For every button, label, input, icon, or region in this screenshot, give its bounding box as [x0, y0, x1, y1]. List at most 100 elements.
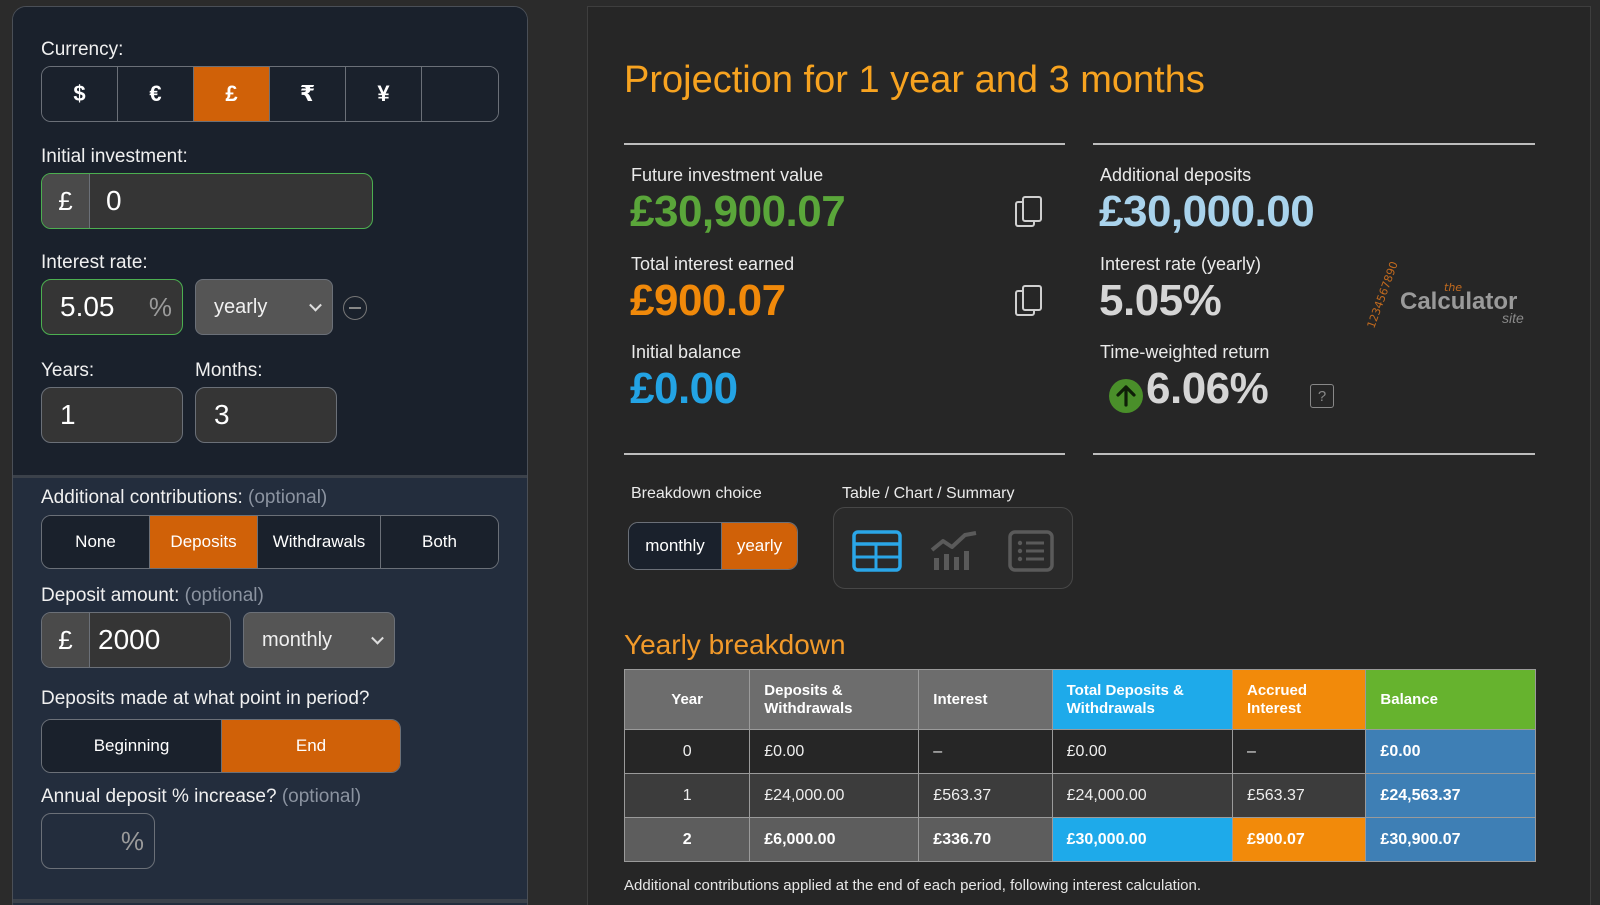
cell-total-deposits: £24,000.00	[1051, 773, 1233, 818]
months-input[interactable]: 3	[195, 387, 337, 443]
twr-value: 6.06%	[1146, 364, 1269, 413]
interest-rate-value: 5.05	[60, 291, 115, 322]
deposit-amount-label-text: Deposit amount:	[41, 585, 180, 606]
deposit-timing-selector: Beginning End	[41, 719, 401, 773]
breakdown-choice-label: Breakdown choice	[631, 485, 762, 502]
twr-label: Time-weighted return	[1100, 342, 1270, 362]
table-row: 0 £0.00 – £0.00 – £0.00	[623, 729, 1536, 774]
deposit-amount-input[interactable]: £ 2000	[41, 612, 231, 668]
contrib-option-none[interactable]: None	[42, 516, 150, 568]
cell-accrued-interest: £900.07	[1231, 817, 1367, 862]
cell-year: 0	[623, 729, 751, 774]
logo-site: site	[1502, 310, 1524, 326]
divider	[624, 143, 1065, 145]
annual-increase-input[interactable]: %	[41, 813, 155, 869]
cell-deposits: £0.00	[749, 729, 920, 774]
optional-hint: (optional)	[281, 786, 362, 807]
table-icon[interactable]	[852, 530, 902, 572]
table-row: 1 £24,000.00 £563.37 £24,000.00 £563.37 …	[623, 773, 1536, 818]
calculator-form-panel: Currency: $ € £ ₹ ¥ Initial investment: …	[12, 6, 528, 905]
col-header-year: Year	[623, 669, 751, 730]
cell-accrued-interest: –	[1231, 729, 1367, 774]
initial-investment-label: Initial investment:	[41, 146, 188, 167]
percent-suffix: %	[120, 825, 144, 856]
cell-year: 2	[623, 817, 751, 862]
optional-hint: (optional)	[248, 487, 328, 508]
interest-rate-label: Interest rate:	[41, 252, 148, 273]
currency-label: Currency:	[41, 39, 124, 60]
years-value: 1	[60, 399, 76, 430]
col-header-balance: Balance	[1365, 669, 1536, 730]
cell-interest: £563.37	[918, 773, 1053, 818]
interest-rate-input[interactable]: 5.05 %	[41, 279, 183, 335]
logo-main: Calculator	[1400, 288, 1517, 315]
cell-deposits: £6,000.00	[749, 817, 920, 862]
contrib-option-deposits[interactable]: Deposits	[150, 516, 258, 568]
contributions-label: Additional contributions: (optional)	[41, 487, 327, 509]
initial-investment-value: 0	[106, 185, 122, 216]
percent-suffix: %	[148, 291, 172, 322]
col-header-interest: Interest	[918, 669, 1053, 730]
breakdown-option-yearly[interactable]: yearly	[722, 523, 797, 569]
deposit-amount-value: 2000	[98, 624, 161, 655]
optional-hint: (optional)	[184, 585, 264, 606]
col-header-deposits: Deposits & Withdrawals	[749, 669, 920, 730]
col-header-total-deposits: Total Deposits & Withdrawals	[1051, 669, 1233, 730]
calculator-site-logo: 1234567890 the Calculator site	[1365, 261, 1524, 330]
additional-deposits-value: £30,000.00	[1099, 187, 1315, 236]
cell-balance: £24,563.37	[1365, 773, 1536, 818]
divider	[624, 453, 1065, 455]
help-icon[interactable]: ?	[1310, 384, 1334, 408]
view-selector	[833, 507, 1073, 589]
breakdown-option-monthly[interactable]: monthly	[629, 523, 722, 569]
rate-period-value: yearly	[214, 295, 268, 318]
cell-deposits: £24,000.00	[749, 773, 920, 818]
contrib-option-both[interactable]: Both	[381, 516, 498, 568]
chevron-down-icon	[371, 631, 384, 645]
summary-list-icon[interactable]	[1006, 530, 1056, 572]
rate-period-select[interactable]: yearly	[195, 279, 333, 335]
copy-icon[interactable]	[1014, 195, 1044, 229]
currency-option-usd[interactable]: $	[42, 67, 118, 121]
months-label: Months:	[195, 360, 263, 381]
contrib-option-withdrawals[interactable]: Withdrawals	[258, 516, 381, 568]
cell-balance: £0.00	[1365, 729, 1536, 774]
view-choice-label: Table / Chart / Summary	[842, 485, 1015, 502]
cell-year: 1	[623, 773, 751, 818]
timing-option-end[interactable]: End	[222, 720, 400, 772]
years-input[interactable]: 1	[41, 387, 183, 443]
currency-option-jpy[interactable]: ¥	[346, 67, 422, 121]
deposit-amount-label: Deposit amount: (optional)	[41, 585, 264, 607]
yearly-breakdown-title: Yearly breakdown	[624, 629, 846, 660]
breakdown-selector: monthly yearly	[628, 522, 798, 570]
divider	[1093, 453, 1535, 455]
currency-option-inr[interactable]: ₹	[270, 67, 346, 121]
cell-total-deposits: £30,000.00	[1051, 817, 1233, 862]
initial-balance-value: £0.00	[630, 364, 738, 413]
deposit-period-value: monthly	[262, 628, 333, 651]
cell-balance: £30,900.07	[1365, 817, 1536, 862]
future-value: £30,900.07	[630, 187, 846, 236]
timing-option-beginning[interactable]: Beginning	[42, 720, 222, 772]
deposit-period-select[interactable]: monthly	[243, 612, 395, 668]
arrow-up-icon	[1109, 379, 1143, 413]
contributions-selector: None Deposits Withdrawals Both	[41, 515, 499, 569]
currency-option-eur[interactable]: €	[118, 67, 194, 121]
currency-option-gbp[interactable]: £	[194, 67, 270, 121]
initial-investment-input[interactable]: £ 0	[41, 173, 373, 229]
cell-interest: £336.70	[918, 817, 1053, 862]
currency-prefix: £	[42, 174, 90, 228]
currency-option-more[interactable]	[422, 67, 498, 121]
currency-selector: $ € £ ₹ ¥	[41, 66, 499, 122]
future-value-label: Future investment value	[631, 165, 824, 185]
years-label: Years:	[41, 360, 95, 381]
copy-icon[interactable]	[1014, 284, 1044, 318]
annual-increase-label-text: Annual deposit % increase?	[41, 786, 277, 807]
remove-icon[interactable]	[343, 296, 367, 320]
cell-interest: –	[918, 729, 1053, 774]
divider	[13, 899, 527, 903]
chart-icon[interactable]	[929, 530, 979, 572]
projection-panel: Projection for 1 year and 3 months Futur…	[587, 6, 1591, 905]
additional-deposits-label: Additional deposits	[1100, 165, 1252, 185]
table-footnote: Additional contributions applied at the …	[624, 877, 1202, 894]
